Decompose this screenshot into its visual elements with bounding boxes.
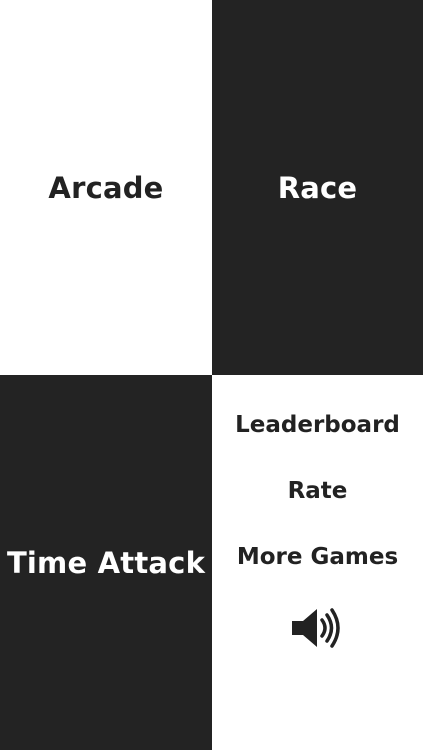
race-mode-tile[interactable]: Race: [212, 0, 423, 375]
main-menu-grid: Arcade Race Time Attack Leaderboard Rate…: [0, 0, 423, 750]
speaker-volume-icon: [292, 608, 340, 648]
arcade-mode-tile[interactable]: Arcade: [0, 0, 212, 375]
rate-button[interactable]: Rate: [212, 476, 423, 506]
leaderboard-button[interactable]: Leaderboard: [212, 410, 423, 440]
time-attack-mode-tile[interactable]: Time Attack: [0, 375, 212, 750]
more-games-button[interactable]: More Games: [212, 542, 423, 572]
sound-toggle-button[interactable]: [290, 605, 344, 651]
options-menu-tile: Leaderboard Rate More Games: [212, 375, 423, 750]
arcade-mode-label: Arcade: [48, 170, 164, 205]
race-mode-label: Race: [277, 170, 358, 205]
time-attack-mode-label: Time Attack: [6, 545, 206, 580]
